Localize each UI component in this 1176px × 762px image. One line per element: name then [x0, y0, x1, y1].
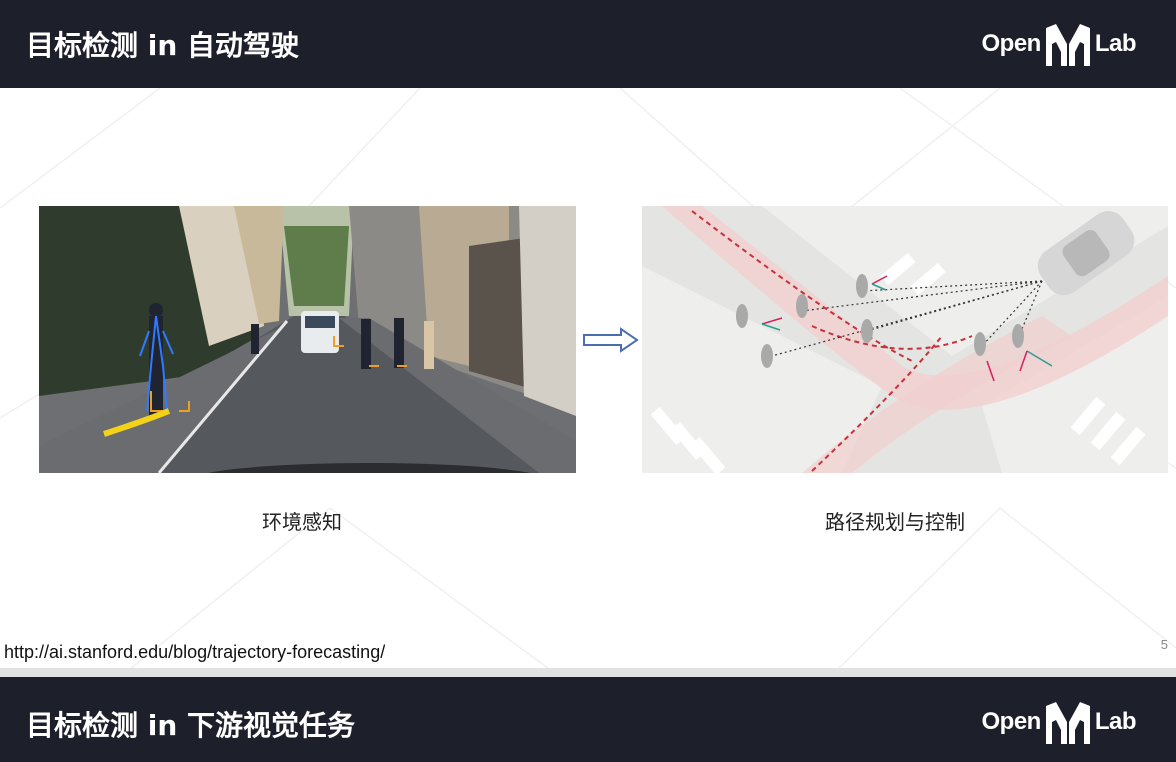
- slide-header-top: 目标检测 in 自动驾驶 Open Lab: [0, 0, 1176, 88]
- openmmlab-logo-top: Open Lab: [981, 22, 1137, 66]
- perception-street-image: [39, 206, 576, 473]
- slide-title-bottom: 目标检测 in 下游视觉任务: [26, 709, 356, 742]
- logo-open-text: Open: [981, 708, 1041, 735]
- slide-title-top: 目标检测 in 自动驾驶: [26, 29, 300, 62]
- logo-lab-text: Lab: [1094, 30, 1137, 57]
- page-number: 5: [1160, 637, 1168, 652]
- right-arrow-icon: [583, 327, 639, 353]
- logo-open-text: Open: [981, 30, 1041, 57]
- logo-lab-text: Lab: [1094, 708, 1137, 735]
- mm-logo-icon: [1045, 702, 1090, 744]
- slide-divider: [0, 668, 1176, 677]
- caption-planning-control: 路径规划与控制: [825, 510, 965, 534]
- source-link[interactable]: http://ai.stanford.edu/blog/trajectory-f…: [4, 642, 385, 663]
- mm-logo-icon: [1045, 24, 1090, 66]
- caption-perception: 环境感知: [262, 510, 342, 534]
- openmmlab-logo-bottom: Open Lab: [981, 700, 1137, 744]
- trajectory-planning-image: [642, 206, 1168, 473]
